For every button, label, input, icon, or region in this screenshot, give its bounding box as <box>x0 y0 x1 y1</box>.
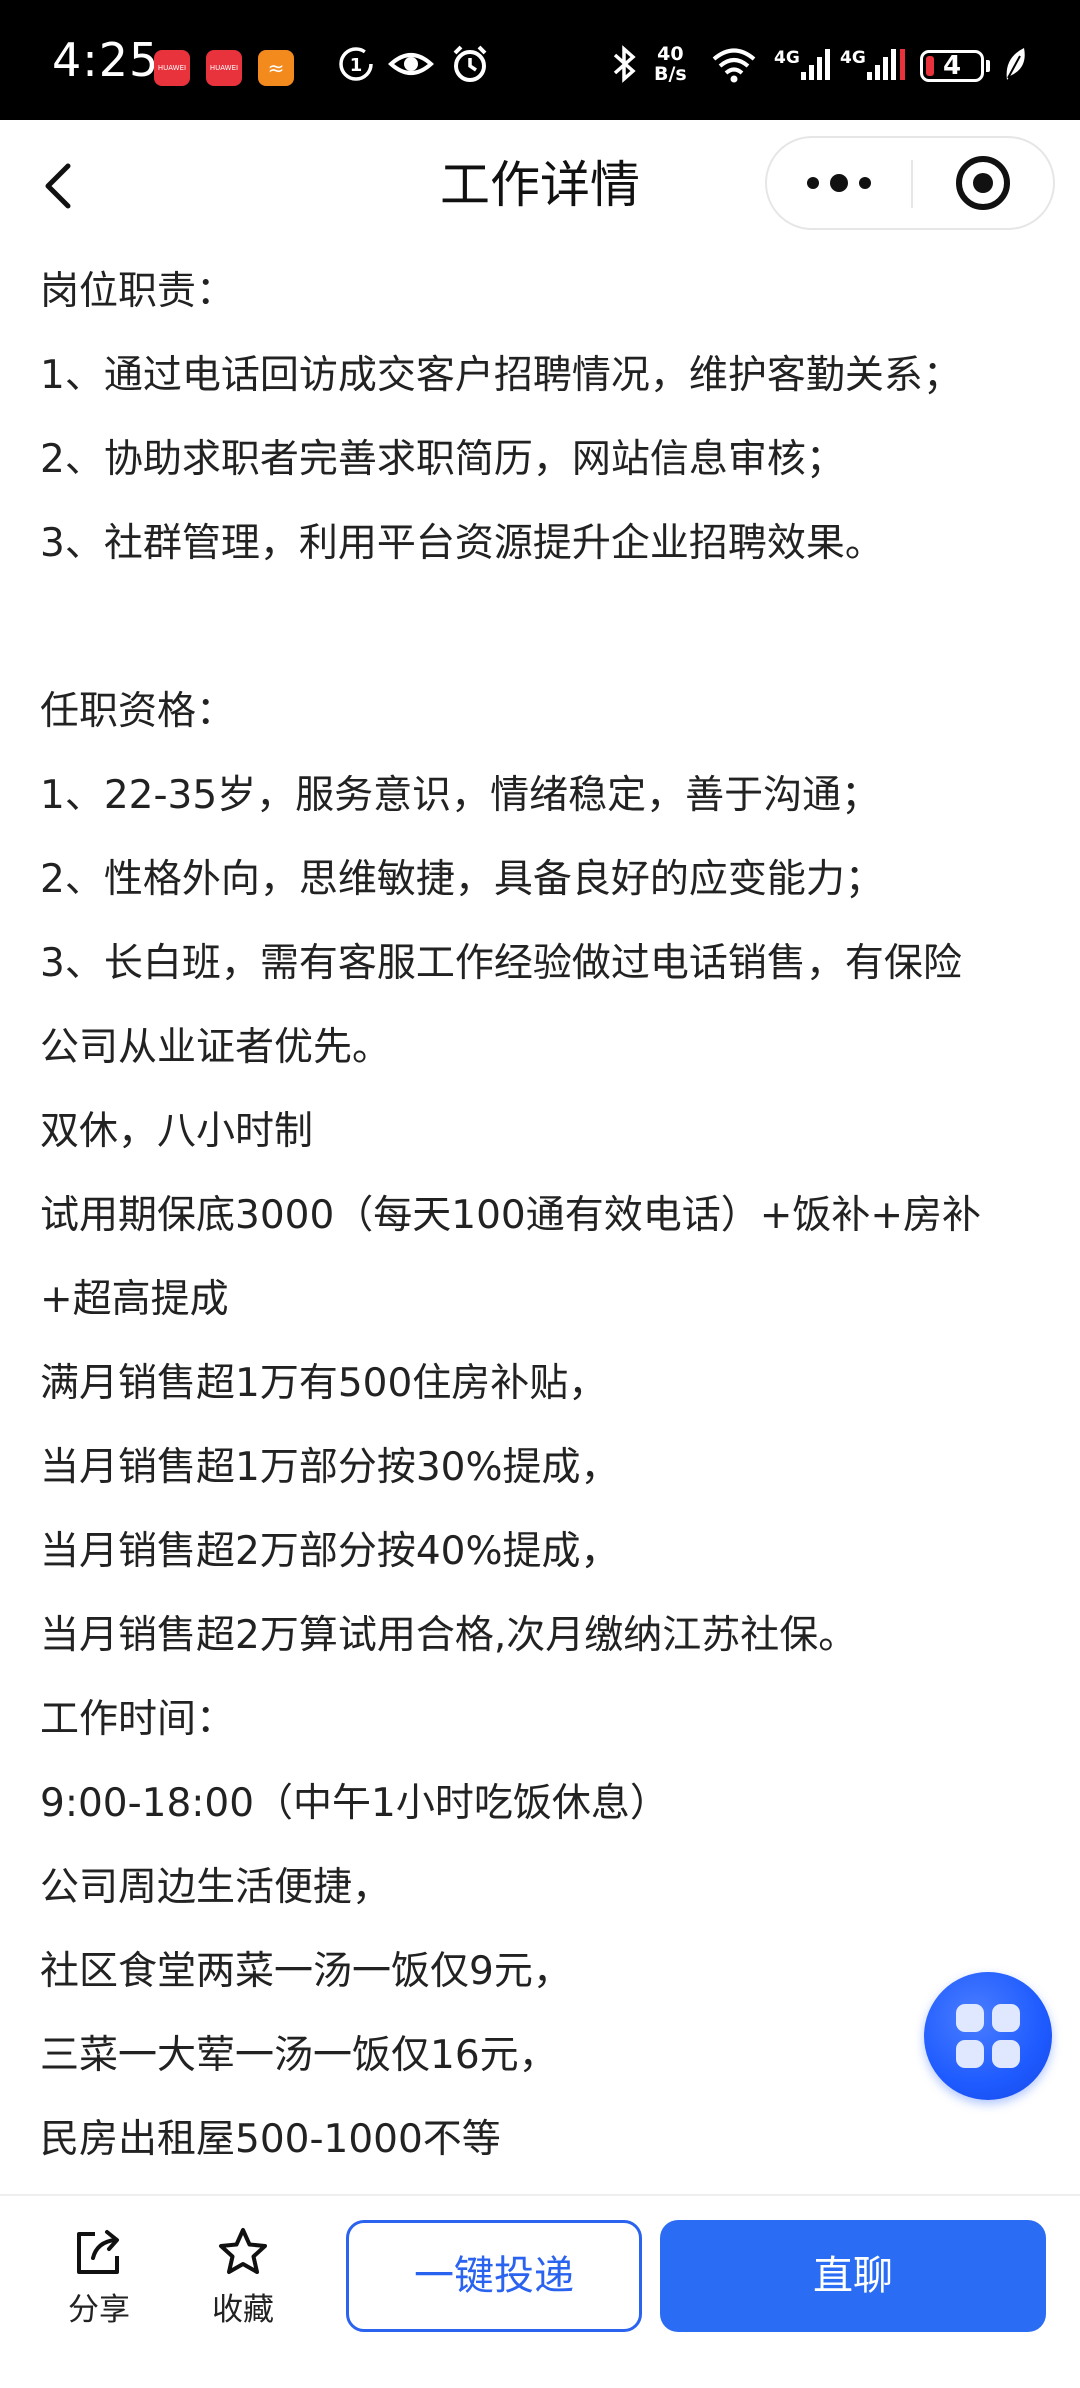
favorite-button[interactable]: 收藏 <box>188 2224 298 2330</box>
description-line: 双休，八小时制 <box>40 1109 314 1154</box>
grid-icon <box>956 2004 984 2032</box>
page-title: 工作详情 <box>440 156 640 214</box>
share-button[interactable]: 分享 <box>44 2224 154 2330</box>
favorite-label: 收藏 <box>212 2292 274 2328</box>
description-line: 三菜一大荤一汤一饭仅16元， <box>40 2033 558 2078</box>
section-heading: 工作时间： <box>40 1697 236 1742</box>
orange-app-icon: ≈ <box>258 50 294 86</box>
description-line: 民房出租屋500-1000不等 <box>40 2117 501 2162</box>
description-line: 满月销售超1万有500住房补贴， <box>40 1361 608 1406</box>
description-line: 2、性格外向，思维敏捷，具备良好的应变能力； <box>40 857 884 902</box>
description-line: 2、协助求职者完善求职简历，网站信息审核； <box>40 437 845 482</box>
back-button[interactable] <box>30 156 90 216</box>
bluetooth-icon <box>613 45 636 83</box>
description-line: 1、通过电话回访成交客户招聘情况，维护客勤关系； <box>40 353 962 398</box>
chevron-left-icon <box>45 163 71 209</box>
description-line: 当月销售超2万部分按40%提成， <box>40 1529 620 1574</box>
leaf-icon <box>1006 48 1025 80</box>
more-dots-icon <box>807 174 871 192</box>
close-button[interactable] <box>913 138 1053 228</box>
star-icon <box>219 2228 267 2274</box>
share-icon <box>77 2230 119 2274</box>
signal-label: 4G <box>774 48 800 68</box>
data-saver-icon: 1 <box>339 47 373 81</box>
description-line: 社区食堂两菜一汤一饭仅9元， <box>40 1949 572 1994</box>
bottom-action-bar: 分享 收藏 一键投递 直聊 <box>0 2194 1080 2388</box>
section-heading: 岗位职责： <box>40 269 236 314</box>
one-click-apply-button[interactable]: 一键投递 <box>346 2220 642 2332</box>
description-line: 试用期保底3000（每天100通有效电话）+饭补+房补 <box>40 1193 982 1238</box>
description-line: 公司周边生活便捷， <box>40 1865 392 1910</box>
status-bar: 4:25 HUAWEI HUAWEI ≈ 1 40 B/s 4G 4G 4 <box>0 0 1080 120</box>
net-speed: 40 B/s <box>654 43 687 85</box>
description-line: 当月销售超1万部分按30%提成， <box>40 1445 620 1490</box>
mini-program-capsule <box>765 136 1055 230</box>
description-line: 9:00-18:00（中午1小时吃饭休息） <box>40 1781 669 1826</box>
more-button[interactable] <box>767 138 911 228</box>
description-line: 3、长白班，需有客服工作经验做过电话销售，有保险 <box>40 941 962 986</box>
status-time: 4:25 <box>52 33 160 87</box>
eye-icon <box>388 53 434 75</box>
description-line: 1、22-35岁，服务意识，情绪稳定，善于沟通； <box>40 773 881 818</box>
battery-level: 4 <box>942 51 962 81</box>
section-heading: 任职资格： <box>40 689 236 734</box>
job-description: 岗位职责： 1、通过电话回访成交客户招聘情况，维护客勤关系； 2、协助求职者完善… <box>40 250 1050 2182</box>
description-line: 公司从业证者优先。 <box>40 1025 392 1070</box>
signal-label: 4G <box>840 48 866 68</box>
nav-bar: 工作详情 <box>0 120 1080 252</box>
target-close-icon <box>956 156 1010 210</box>
battery-icon: 4 <box>920 50 984 82</box>
svg-text:1: 1 <box>350 55 363 76</box>
share-label: 分享 <box>68 2292 130 2328</box>
signal-icon <box>867 49 905 80</box>
description-line: 当月销售超2万算试用合格,次月缴纳江苏社保。 <box>40 1613 858 1658</box>
alarm-icon <box>453 45 487 82</box>
signal-icon <box>801 49 830 80</box>
description-line: +超高提成 <box>40 1277 229 1322</box>
direct-chat-button[interactable]: 直聊 <box>660 2220 1046 2332</box>
floating-menu-button[interactable] <box>924 1972 1052 2100</box>
wifi-icon <box>712 48 756 83</box>
huawei-app-icon: HUAWEI <box>206 50 242 86</box>
huawei-app-icon: HUAWEI <box>154 50 190 86</box>
description-line: 3、社群管理，利用平台资源提升企业招聘效果。 <box>40 521 884 566</box>
